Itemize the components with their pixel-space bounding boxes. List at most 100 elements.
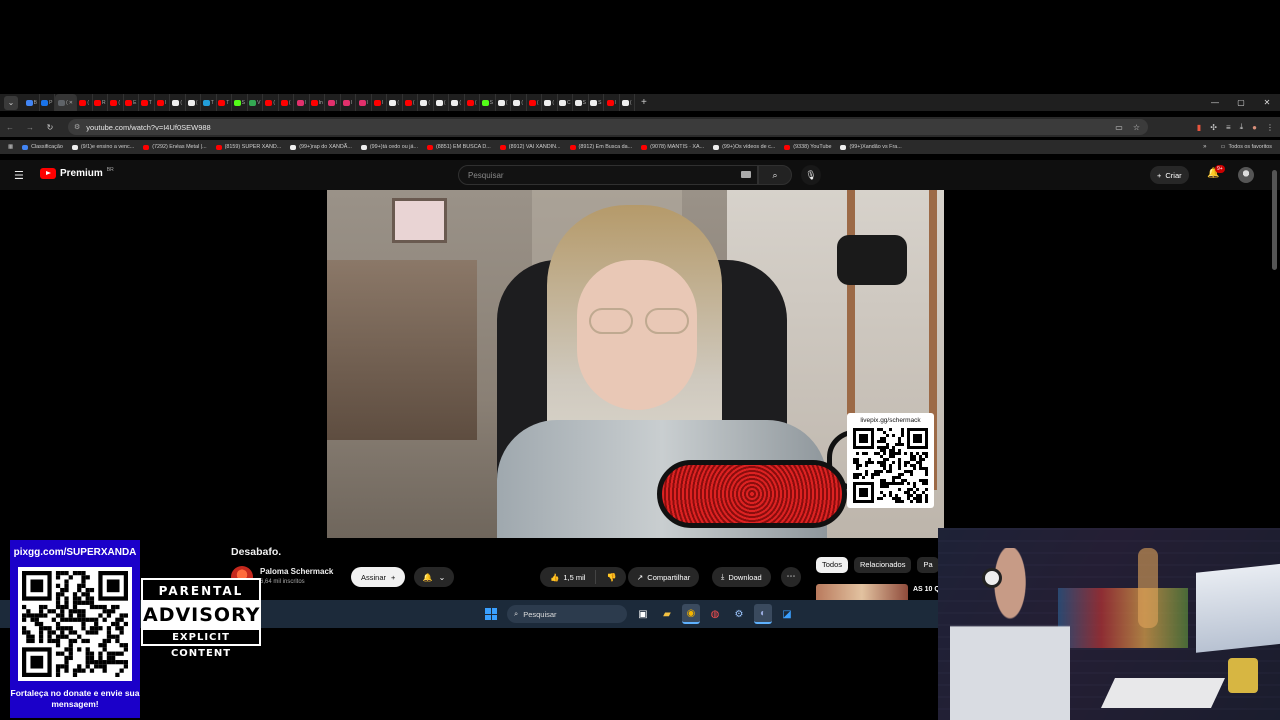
- browser-tab[interactable]: (: [186, 94, 201, 111]
- bookmark-item[interactable]: (9/1)e ensino a venc...: [71, 144, 134, 150]
- browser-tab[interactable]: P: [40, 94, 55, 111]
- channel-name[interactable]: Paloma Schermack: [260, 567, 333, 576]
- bookmark-item[interactable]: (99+)rap do XANDÃ...: [290, 144, 352, 150]
- bookmark-item[interactable]: (99+)Xandão vs Fra...: [840, 144, 902, 150]
- download-icon[interactable]: ⤓: [1240, 122, 1244, 132]
- steam-icon[interactable]: ◐: [754, 604, 772, 624]
- video-player[interactable]: livepix.gg/schermack: [327, 190, 944, 538]
- back-icon[interactable]: ←: [0, 123, 20, 132]
- browser-tab[interactable]: T: [217, 94, 232, 111]
- account-avatar[interactable]: [1238, 167, 1254, 183]
- youtube-logo[interactable]: Premium BR: [40, 167, 114, 179]
- page-scrollbar[interactable]: [1272, 170, 1277, 270]
- close-button[interactable]: ✕: [1254, 94, 1280, 111]
- bookmark-star-icon[interactable]: ☆: [1133, 123, 1140, 132]
- browser-tab[interactable]: (: [263, 94, 279, 111]
- filter-chip[interactable]: Todos: [816, 557, 849, 573]
- browser-tab[interactable]: B: [24, 94, 40, 111]
- bookmark-item[interactable]: (99+)tá cedo ou já...: [360, 144, 418, 150]
- address-bar[interactable]: ⚙ youtube.com/watch?v=I4Uf0SEW988 ▭ ☆: [68, 119, 1148, 135]
- app-icon-blue[interactable]: ◪: [778, 604, 796, 624]
- browser-tab[interactable]: (: [77, 94, 93, 111]
- browser-tab[interactable]: (: [542, 94, 558, 111]
- hamburger-menu-icon[interactable]: ☰: [14, 169, 24, 182]
- browser-tab[interactable]: S: [232, 94, 248, 111]
- browser-tab[interactable]: T: [139, 94, 155, 111]
- apps-icon[interactable]: ▦: [8, 144, 13, 150]
- new-tab-button[interactable]: +: [641, 97, 647, 108]
- browser-tab[interactable]: (: [418, 94, 434, 111]
- browser-tab[interactable]: S: [480, 94, 496, 111]
- browser-tab[interactable]: I: [294, 94, 310, 111]
- suggestion-thumbnail[interactable]: [816, 584, 908, 600]
- filter-chip[interactable]: Pa: [917, 557, 939, 573]
- all-bookmarks-folder[interactable]: ▭ Todos os favoritos: [1220, 144, 1272, 150]
- windows-start-icon[interactable]: [485, 608, 497, 620]
- extension-icon[interactable]: ▮: [1197, 123, 1201, 132]
- browser-tab[interactable]: S: [573, 94, 589, 111]
- browser-tab[interactable]: R: [93, 94, 108, 111]
- browser-tab[interactable]: I: [155, 94, 170, 111]
- browser-tab[interactable]: (✕: [55, 94, 77, 111]
- browser-tab[interactable]: I: [372, 94, 387, 111]
- search-button[interactable]: ⌕: [758, 165, 792, 185]
- browser-tab[interactable]: (: [496, 94, 511, 111]
- browser-tab[interactable]: (: [434, 94, 449, 111]
- browser-tab[interactable]: I: [356, 94, 372, 111]
- dislike-button[interactable]: 👎: [596, 573, 626, 582]
- reload-icon[interactable]: ↻: [40, 123, 60, 132]
- bookmark-item[interactable]: (7292) Enéas Metal |...: [143, 144, 207, 150]
- download-button[interactable]: ⤓ Download: [712, 567, 771, 587]
- browser-tab[interactable]: S: [589, 94, 604, 111]
- subscribe-button[interactable]: Assinar +: [351, 567, 406, 587]
- browser-tab[interactable]: In: [310, 94, 325, 111]
- chrome-icon[interactable]: ◉: [682, 604, 700, 624]
- keyboard-icon[interactable]: [741, 171, 751, 178]
- minimize-button[interactable]: —: [1202, 94, 1228, 111]
- bookmark-item[interactable]: (8851) EM BUSCA D...: [426, 144, 491, 150]
- bookmark-item[interactable]: (8912) VAI XANDIN...: [499, 144, 561, 150]
- tab-search-button[interactable]: ⌄: [4, 95, 18, 110]
- browser-tab[interactable]: (: [108, 94, 124, 111]
- browser-tab[interactable]: (: [511, 94, 527, 111]
- bookmark-item[interactable]: (8159) SUPER XAND...: [215, 144, 281, 150]
- browser-tab[interactable]: (: [449, 94, 465, 111]
- browser-tab[interactable]: T: [201, 94, 217, 111]
- bookmark-item[interactable]: (8912) Em Busca da...: [569, 144, 632, 150]
- browser-tab[interactable]: (: [527, 94, 542, 111]
- browser-tab[interactable]: I: [325, 94, 341, 111]
- file-explorer-icon[interactable]: ▰: [658, 604, 676, 624]
- tab-close-icon[interactable]: ✕: [69, 100, 73, 106]
- cast-icon[interactable]: ▭: [1115, 123, 1123, 132]
- share-button[interactable]: ↗ Compartilhar: [628, 567, 700, 587]
- maximize-button[interactable]: ▢: [1228, 94, 1254, 111]
- app-icon-red[interactable]: ◍: [706, 604, 724, 624]
- site-info-icon[interactable]: ⚙: [74, 123, 80, 131]
- create-button[interactable]: + Criar: [1150, 166, 1189, 184]
- bookmark-item[interactable]: Classificação: [22, 144, 63, 150]
- filter-chip[interactable]: Relacionados: [854, 557, 912, 573]
- menu-icon[interactable]: ⋮: [1266, 123, 1274, 132]
- browser-tab[interactable]: (: [279, 94, 294, 111]
- voice-search-button[interactable]: 🎙: [801, 165, 821, 185]
- browser-tab[interactable]: (: [387, 94, 403, 111]
- browser-tab[interactable]: I: [341, 94, 356, 111]
- forward-icon[interactable]: →: [20, 123, 40, 132]
- media-icon[interactable]: ≡: [1226, 123, 1231, 132]
- like-button[interactable]: 👍 1,5 mil: [540, 570, 597, 584]
- browser-tab[interactable]: (: [465, 94, 480, 111]
- more-actions-button[interactable]: ⋯: [781, 567, 801, 587]
- browser-tab[interactable]: (: [620, 94, 635, 111]
- bookmarks-more-button[interactable]: »: [1203, 144, 1206, 150]
- browser-tab[interactable]: E: [124, 94, 139, 111]
- browser-tab[interactable]: (: [170, 94, 186, 111]
- profile-avatar[interactable]: ●: [1252, 123, 1257, 132]
- settings-icon[interactable]: ⚙: [730, 604, 748, 624]
- browser-tab[interactable]: I: [604, 94, 620, 111]
- notification-settings-button[interactable]: 🔔 ⌄: [414, 567, 454, 587]
- bookmark-item[interactable]: (99+)Os vídeos de c...: [713, 144, 775, 150]
- bookmark-item[interactable]: (9338) YouTube: [784, 144, 831, 150]
- browser-tab[interactable]: C: [558, 94, 573, 111]
- taskbar-search-input[interactable]: ⌕ Pesquisar: [507, 605, 627, 623]
- puzzle-icon[interactable]: ✣: [1210, 123, 1217, 132]
